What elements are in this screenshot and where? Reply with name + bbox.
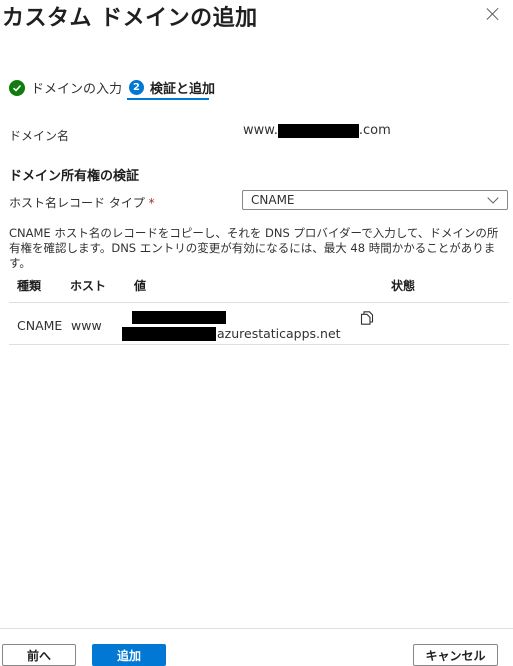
domain-name-value: www. .com bbox=[243, 123, 391, 138]
record-type-selected: CNAME bbox=[251, 193, 295, 207]
record-type-cell: CNAME bbox=[17, 318, 63, 333]
chevron-down-icon bbox=[487, 192, 499, 204]
column-header-value: 値 bbox=[134, 279, 147, 293]
redacted-value-line1 bbox=[132, 311, 226, 324]
previous-button[interactable]: 前へ bbox=[2, 644, 76, 666]
step-verify-add[interactable]: 2 検証と追加 bbox=[129, 78, 215, 97]
domain-suffix: .com bbox=[358, 123, 391, 138]
host-cell: www bbox=[71, 318, 102, 333]
step-label: ドメインの入力 bbox=[31, 82, 123, 97]
value-cell: azurestaticapps.net bbox=[122, 311, 352, 343]
domain-prefix: www. bbox=[243, 123, 278, 138]
table-row-divider bbox=[9, 344, 509, 345]
redacted-domain bbox=[277, 123, 359, 138]
section-title: ドメイン所有権の検証 bbox=[9, 169, 140, 184]
record-type-select[interactable]: CNAME bbox=[242, 190, 508, 210]
column-header-host: ホスト bbox=[70, 279, 107, 293]
checkmark-icon bbox=[9, 79, 25, 96]
active-step-indicator bbox=[127, 98, 209, 100]
copy-icon[interactable] bbox=[360, 310, 374, 325]
domain-name-label: ドメイン名 bbox=[9, 129, 70, 143]
record-type-label-text: ホスト名レコード タイプ bbox=[9, 196, 145, 210]
redacted-value-line2 bbox=[122, 327, 216, 341]
footer-divider bbox=[0, 628, 513, 629]
cancel-button[interactable]: キャンセル bbox=[413, 644, 498, 666]
close-icon[interactable] bbox=[484, 5, 502, 23]
record-type-label: ホスト名レコード タイプ * bbox=[9, 194, 155, 211]
column-header-type: 種類 bbox=[17, 279, 42, 293]
value-suffix: azurestaticapps.net bbox=[217, 326, 341, 341]
step-label: 検証と追加 bbox=[150, 82, 216, 97]
dialog-title: カスタム ドメインの追加 bbox=[2, 6, 258, 31]
table-header-divider bbox=[9, 302, 509, 303]
step-enter-domain[interactable]: ドメインの入力 bbox=[9, 78, 122, 97]
required-mark: * bbox=[148, 196, 155, 210]
step-number-badge: 2 bbox=[129, 80, 144, 95]
column-header-status: 状態 bbox=[391, 279, 416, 293]
instructions-text: CNAME ホスト名のレコードをコピーし、それを DNS プロバイダーで入力して… bbox=[9, 226, 499, 270]
add-button[interactable]: 追加 bbox=[92, 644, 166, 666]
